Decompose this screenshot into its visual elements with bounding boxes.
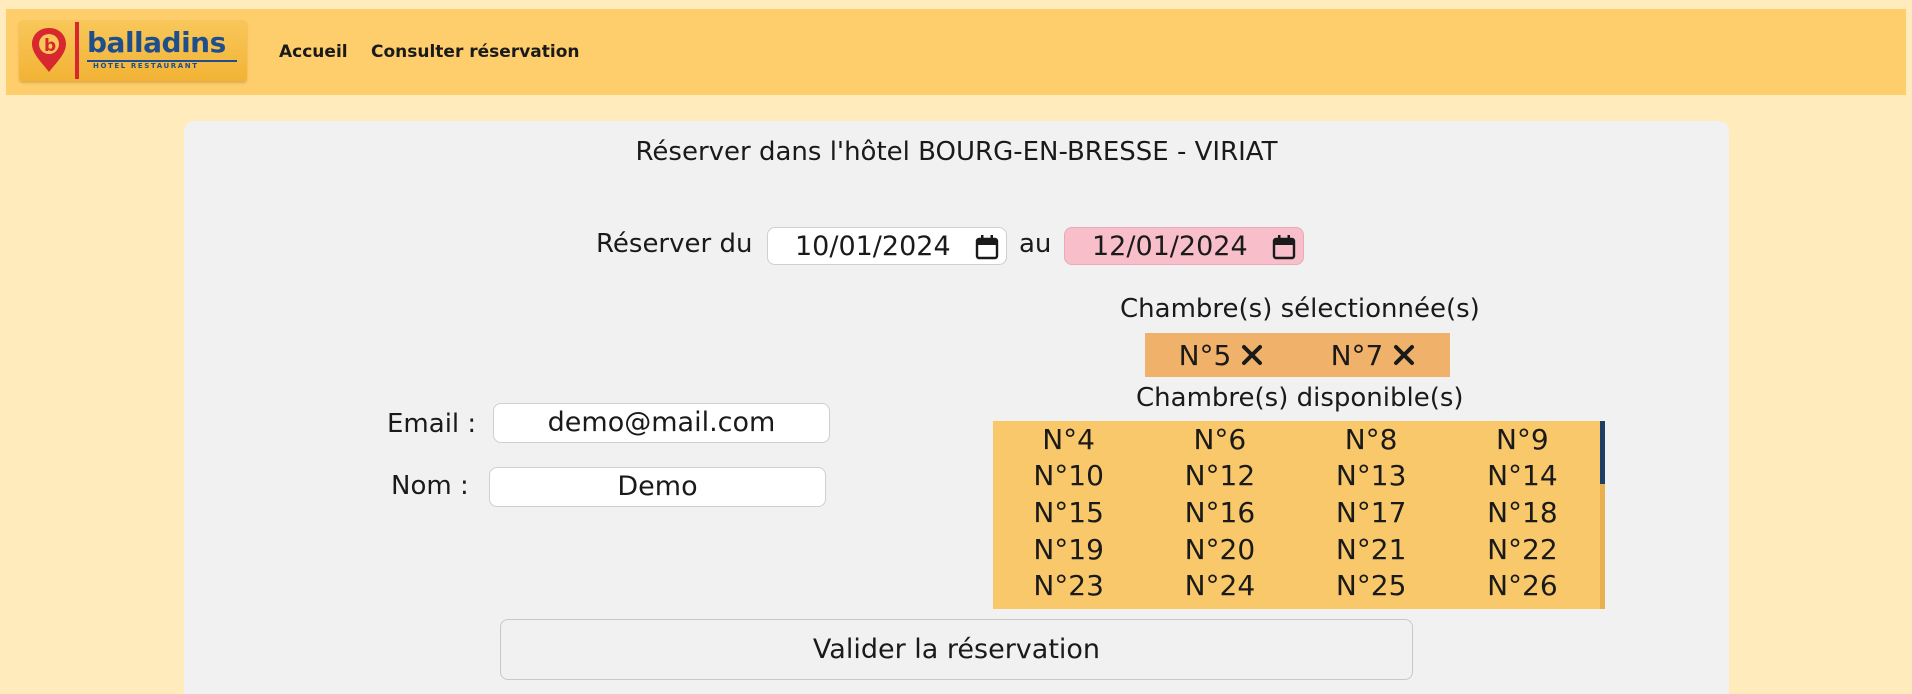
available-rooms-list: N°4 N°6 N°8 N°9 N°10 N°12 N°13 N°14 N°15 N°16 N°17…	[993, 421, 1605, 609]
date-to-input[interactable]: 12/01/2024	[1064, 227, 1304, 265]
nav-home-link[interactable]: Accueil	[279, 42, 348, 62]
available-room-item[interactable]: N°4	[993, 421, 1144, 458]
name-field[interactable]: Demo	[489, 467, 826, 507]
date-to-value: 12/01/2024	[1092, 230, 1248, 262]
submit-reservation-button[interactable]: Valider la réservation	[500, 619, 1413, 680]
available-room-item[interactable]: N°10	[993, 458, 1144, 495]
available-room-item[interactable]: N°8	[1296, 421, 1447, 458]
navbar: b balladins HÔTEL RESTAURANT Accueil Con…	[6, 9, 1906, 95]
close-icon[interactable]	[1241, 344, 1263, 366]
available-room-item[interactable]: N°6	[1144, 421, 1295, 458]
selected-room-item[interactable]: N°7	[1297, 333, 1449, 377]
calendar-icon[interactable]	[973, 233, 1001, 261]
available-rooms-heading: Chambre(s) disponible(s)	[1136, 383, 1464, 413]
available-room-item[interactable]: N°14	[1447, 458, 1598, 495]
available-room-item[interactable]: N°20	[1144, 531, 1295, 568]
svg-text:b: b	[44, 36, 56, 56]
scrollbar-thumb[interactable]	[1600, 421, 1605, 484]
email-field[interactable]: demo@mail.com	[493, 403, 830, 443]
logo-tagline: HÔTEL RESTAURANT	[93, 62, 199, 70]
page-title: Réserver dans l'hôtel BOURG-EN-BRESSE - …	[635, 137, 1278, 167]
nav-consult-reservation-link[interactable]: Consulter réservation	[371, 42, 580, 62]
available-room-item[interactable]: N°24	[1144, 567, 1295, 604]
selected-room-label: N°5	[1178, 338, 1232, 372]
date-from-label: Réserver du	[596, 229, 753, 259]
available-room-item[interactable]: N°13	[1296, 458, 1447, 495]
name-label: Nom :	[391, 471, 469, 501]
available-room-item[interactable]: N°16	[1144, 494, 1295, 531]
logo-wordmark: balladins	[87, 26, 226, 59]
date-from-value: 10/01/2024	[795, 230, 951, 262]
selected-room-label: N°7	[1330, 338, 1384, 372]
date-to-label: au	[1019, 229, 1052, 259]
available-room-item[interactable]: N°26	[1447, 567, 1598, 604]
available-room-item[interactable]: N°19	[993, 531, 1144, 568]
available-room-item[interactable]: N°21	[1296, 531, 1447, 568]
selected-rooms-list: N°5 N°7	[1145, 333, 1450, 377]
available-room-item[interactable]: N°23	[993, 567, 1144, 604]
available-room-item[interactable]: N°15	[993, 494, 1144, 531]
date-from-input[interactable]: 10/01/2024	[767, 227, 1007, 265]
available-room-item[interactable]: N°18	[1447, 494, 1598, 531]
available-room-item[interactable]: N°25	[1296, 567, 1447, 604]
selected-rooms-heading: Chambre(s) sélectionnée(s)	[1120, 294, 1480, 324]
email-label: Email :	[387, 409, 477, 439]
balladins-logo[interactable]: b balladins HÔTEL RESTAURANT	[19, 20, 247, 81]
available-rooms-grid: N°4 N°6 N°8 N°9 N°10 N°12 N°13 N°14 N°15 N°16 N°17…	[993, 421, 1598, 609]
booking-card: Réserver dans l'hôtel BOURG-EN-BRESSE - …	[184, 121, 1729, 694]
available-room-item[interactable]: N°22	[1447, 531, 1598, 568]
selected-room-item[interactable]: N°5	[1145, 333, 1297, 377]
available-room-item[interactable]: N°12	[1144, 458, 1295, 495]
available-room-item[interactable]: N°9	[1447, 421, 1598, 458]
close-icon[interactable]	[1393, 344, 1415, 366]
available-room-item[interactable]: N°17	[1296, 494, 1447, 531]
calendar-icon[interactable]	[1270, 233, 1298, 261]
